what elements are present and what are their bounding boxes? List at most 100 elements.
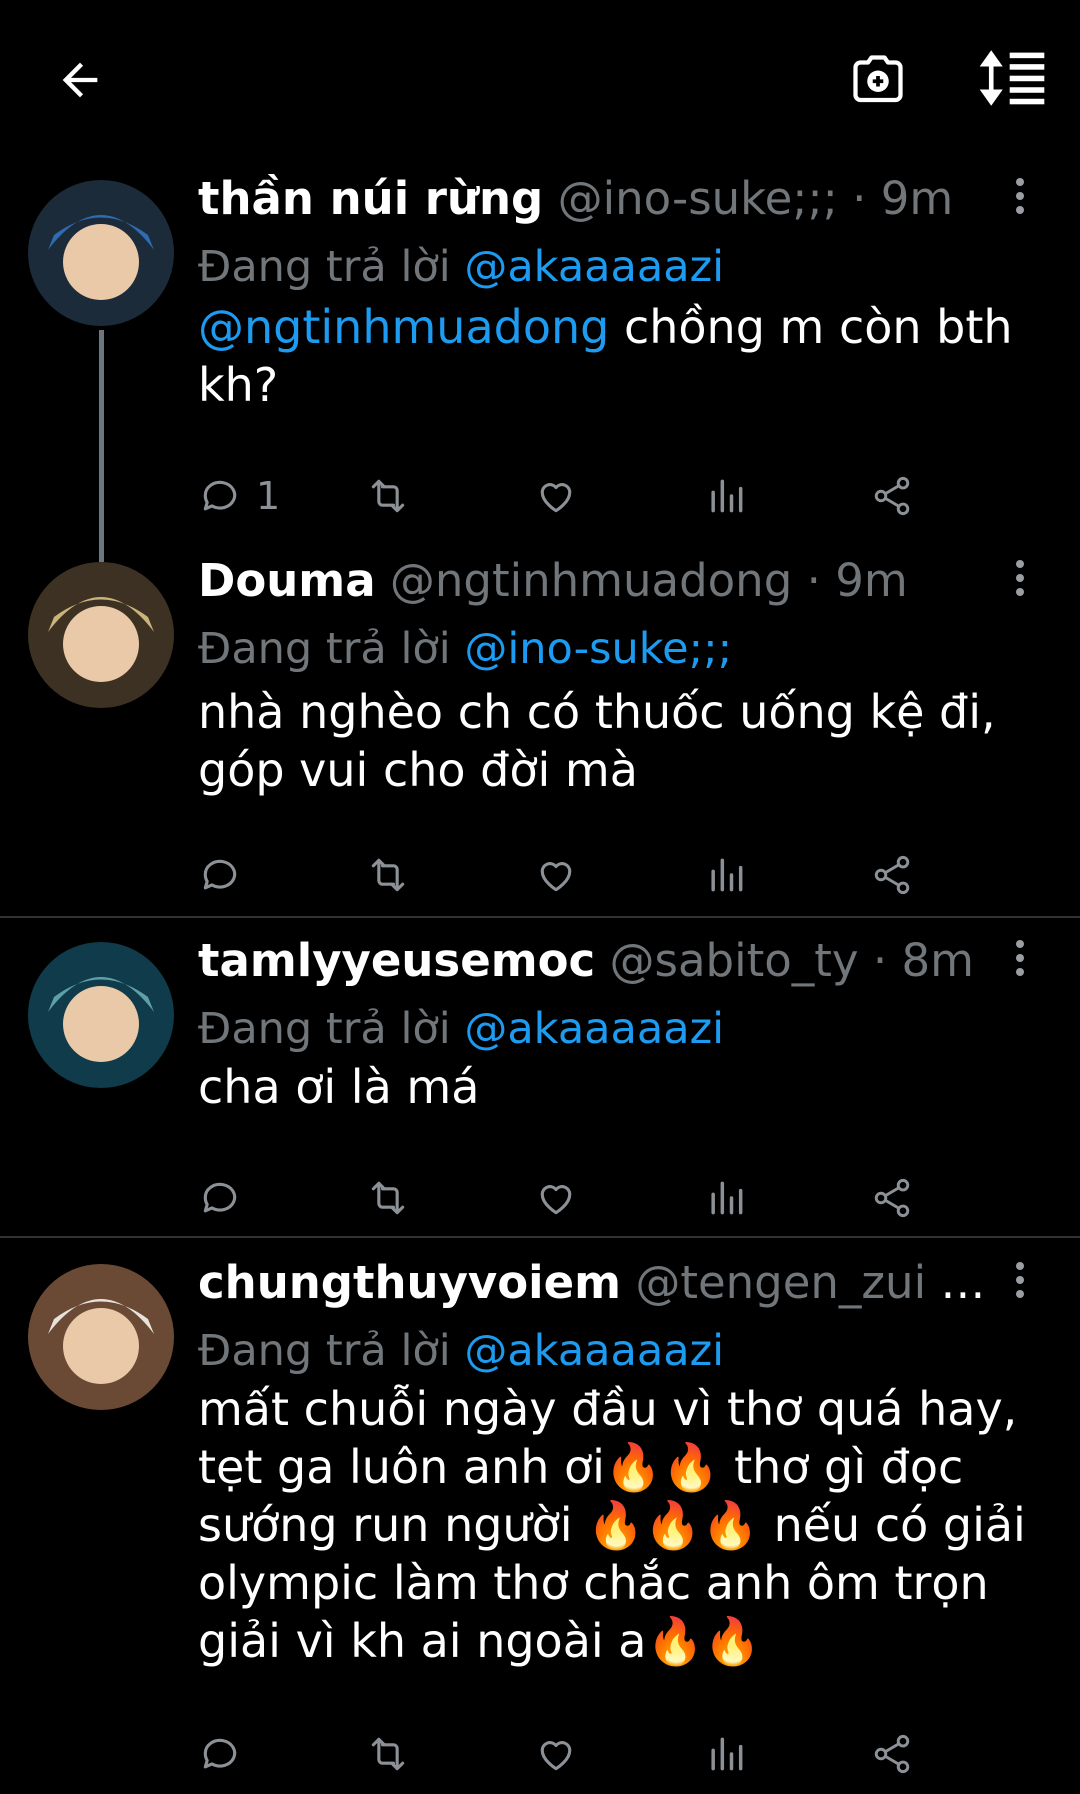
timestamp: 9m <box>880 172 954 225</box>
share-button[interactable] <box>870 1724 914 1784</box>
views-button[interactable] <box>704 466 748 526</box>
share-button[interactable] <box>870 1168 914 1228</box>
replying-mention[interactable]: @akaaaaazi <box>464 1326 724 1376</box>
bar-chart-icon <box>711 479 743 513</box>
avatar[interactable] <box>28 1264 174 1410</box>
timestamp: 7... <box>969 1256 988 1309</box>
tweet-1[interactable]: thần núi rừng @ino-suke;;; · 9m Đang trả… <box>0 172 1080 536</box>
tweet-text: @ngtinhmuadong chồng m còn bth kh? <box>198 298 1048 414</box>
camera-add-icon <box>853 55 903 103</box>
tweet-actions <box>198 1724 1018 1784</box>
retweet-button[interactable] <box>364 466 412 526</box>
replying-prefix: Đang trả lời <box>198 1004 451 1054</box>
body-text: nhà nghèo ch có thuốc uống kệ đi, góp vu… <box>198 685 996 797</box>
bar-chart-icon <box>711 1737 743 1771</box>
tweet-4[interactable]: chungthuyvoiem @tengen_zui · 7... Đang t… <box>0 1256 1080 1794</box>
more-vertical-icon <box>1000 940 1040 976</box>
sort-button[interactable] <box>972 38 1052 118</box>
retweet-button[interactable] <box>364 1168 412 1228</box>
user-handle[interactable]: @sabito_ty <box>610 934 859 987</box>
replying-prefix: Đang trả lời <box>198 624 451 674</box>
arrow-left-icon <box>62 62 98 98</box>
views-button[interactable] <box>704 1724 748 1784</box>
bar-chart-icon <box>711 858 743 892</box>
more-options-button[interactable] <box>1000 172 1040 232</box>
reply-icon <box>203 1182 237 1213</box>
timestamp: 9m <box>835 554 908 607</box>
like-button[interactable] <box>534 1724 578 1784</box>
replying-to: Đang trả lời @akaaaaazi <box>198 1000 724 1058</box>
more-options-button[interactable] <box>1000 1256 1040 1316</box>
like-button[interactable] <box>534 845 578 905</box>
more-vertical-icon <box>1000 178 1040 214</box>
views-button[interactable] <box>704 845 748 905</box>
reply-icon <box>203 859 237 890</box>
like-button[interactable] <box>534 1168 578 1228</box>
reply-icon <box>203 480 237 511</box>
user-handle[interactable]: @tengen_zui <box>635 1256 926 1309</box>
share-icon <box>874 1734 910 1774</box>
tweet-header: Douma @ngtinhmuadong · 9m <box>198 552 988 610</box>
share-icon <box>874 476 910 516</box>
bar-chart-icon <box>711 1181 743 1215</box>
separator-dot: · <box>852 172 867 225</box>
user-handle[interactable]: @ngtinhmuadong <box>390 554 792 607</box>
tweet-actions: 1 <box>198 466 1018 526</box>
display-name[interactable]: Douma <box>198 554 376 607</box>
avatar[interactable] <box>28 180 174 326</box>
replying-to: Đang trả lời @akaaaaazi <box>198 238 724 296</box>
like-button[interactable] <box>534 466 578 526</box>
body-text: mất chuỗi ngày đầu vì thơ quá hay, tẹt g… <box>198 1382 1026 1668</box>
reply-icon <box>203 1738 237 1769</box>
more-options-button[interactable] <box>1000 554 1040 614</box>
avatar-image <box>28 562 174 708</box>
replying-mention[interactable]: @akaaaaazi <box>464 1004 724 1054</box>
replying-prefix: Đang trả lời <box>198 1326 451 1376</box>
display-name[interactable]: thần núi rừng <box>198 172 543 225</box>
retweet-icon <box>371 1737 405 1771</box>
heart-icon <box>540 862 572 892</box>
tweet-3[interactable]: tamlyyeusemoc @sabito_ty · 8m Đang trả l… <box>0 934 1080 1238</box>
share-icon <box>874 1178 910 1218</box>
tweet-2[interactable]: Douma @ngtinhmuadong · 9m Đang trả lời @… <box>0 554 1080 915</box>
retweet-button[interactable] <box>364 1724 412 1784</box>
timestamp: 8m <box>901 934 974 987</box>
sort-lines-icon <box>979 50 1045 106</box>
more-vertical-icon <box>1000 560 1040 596</box>
tweet-text: mất chuỗi ngày đầu vì thơ quá hay, tẹt g… <box>198 1380 1048 1670</box>
tweet-text: nhà nghèo ch có thuốc uống kệ đi, góp vu… <box>198 683 1048 799</box>
reply-button[interactable] <box>198 845 242 905</box>
camera-button[interactable] <box>838 40 918 120</box>
heart-icon <box>540 483 572 513</box>
display-name[interactable]: tamlyyeusemoc <box>198 934 595 987</box>
back-button[interactable] <box>40 40 120 120</box>
replying-to: Đang trả lời @ino-suke;;; <box>198 620 732 678</box>
share-button[interactable] <box>870 845 914 905</box>
reply-button[interactable] <box>198 1724 242 1784</box>
body-mention[interactable]: @ngtinhmuadong <box>198 300 609 354</box>
views-button[interactable] <box>704 1168 748 1228</box>
avatar[interactable] <box>28 942 174 1088</box>
tweet-divider <box>0 1236 1080 1238</box>
separator-dot: · <box>940 1256 955 1309</box>
user-handle[interactable]: @ino-suke;;; <box>558 172 838 225</box>
retweet-button[interactable] <box>364 845 412 905</box>
tweet-actions <box>198 845 1018 905</box>
reply-button[interactable]: 1 <box>198 466 280 526</box>
reply-button[interactable] <box>198 1168 242 1228</box>
avatar-image <box>28 180 174 326</box>
tweet-header: chungthuyvoiem @tengen_zui · 7... <box>198 1254 988 1312</box>
separator-dot: · <box>872 934 888 987</box>
share-icon <box>874 855 910 895</box>
avatar[interactable] <box>28 562 174 708</box>
body-text: cha ơi là má <box>198 1060 480 1114</box>
share-button[interactable] <box>870 466 914 526</box>
replying-mention[interactable]: @ino-suke;;; <box>464 624 732 674</box>
tweet-header: thần núi rừng @ino-suke;;; · 9m <box>198 170 988 228</box>
tweet-divider <box>0 916 1080 918</box>
more-options-button[interactable] <box>1000 934 1040 994</box>
display-name[interactable]: chungthuyvoiem <box>198 1256 621 1309</box>
retweet-icon <box>371 1181 405 1215</box>
avatar-image <box>28 942 174 1088</box>
replying-mention[interactable]: @akaaaaazi <box>464 242 724 292</box>
